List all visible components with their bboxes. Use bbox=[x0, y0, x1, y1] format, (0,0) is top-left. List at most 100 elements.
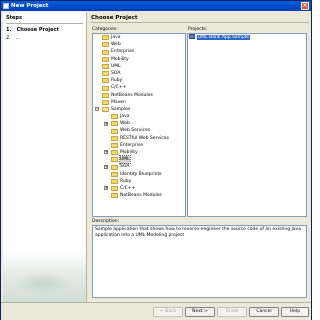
back-button[interactable]: < Back bbox=[153, 307, 183, 317]
category-item[interactable]: NetBeans Modules bbox=[93, 92, 185, 99]
category-label: Maven bbox=[111, 99, 126, 105]
projects-label: Projects: bbox=[188, 27, 208, 32]
category-label: Ruby bbox=[120, 178, 132, 184]
category-item[interactable]: Enterprise bbox=[93, 48, 185, 55]
category-item[interactable]: Ruby bbox=[93, 178, 185, 185]
project-item[interactable]: UML Bank App Sample bbox=[188, 34, 306, 41]
title-bar[interactable]: New Project × bbox=[1, 1, 311, 11]
description-text: Sample application that shows how to rev… bbox=[92, 225, 307, 298]
category-item[interactable]: Mobility bbox=[93, 56, 185, 63]
category-label: Java bbox=[120, 114, 130, 120]
description-label: Description: bbox=[92, 219, 120, 224]
expand-icon[interactable]: + bbox=[104, 186, 108, 191]
expand-icon[interactable]: + bbox=[104, 150, 108, 155]
folder-icon bbox=[111, 150, 118, 156]
step-label: ... bbox=[15, 35, 21, 41]
netbeans-app-icon bbox=[3, 3, 9, 9]
new-project-dialog: New Project × Steps 1. Choose Project 2.… bbox=[0, 0, 312, 320]
button-bar: < Back Next > Finish Cancel Help bbox=[1, 302, 311, 320]
category-label: NetBeans Modules bbox=[111, 92, 153, 98]
steps-divider bbox=[6, 23, 83, 24]
expand-icon[interactable]: + bbox=[104, 164, 108, 169]
window-title: New Project bbox=[11, 3, 49, 9]
folder-icon bbox=[102, 85, 109, 91]
category-label: NetBeans Modules bbox=[120, 193, 162, 199]
category-item[interactable]: C/C++ bbox=[93, 84, 185, 91]
folder-icon bbox=[102, 107, 109, 113]
collapse-icon[interactable]: − bbox=[95, 107, 99, 112]
folder-icon bbox=[102, 56, 109, 62]
category-label: Identity Blueprints bbox=[120, 171, 162, 177]
category-label: Ruby bbox=[111, 78, 123, 84]
category-label: Mobility bbox=[111, 56, 129, 62]
category-item[interactable]: RESTful Web Services bbox=[93, 135, 185, 142]
folder-icon bbox=[102, 71, 109, 77]
category-item[interactable]: Identity Blueprints bbox=[93, 171, 185, 178]
folder-icon bbox=[111, 121, 118, 127]
category-item[interactable]: Web bbox=[93, 41, 185, 48]
folder-icon bbox=[102, 78, 109, 84]
category-item[interactable]: Web Services bbox=[93, 127, 185, 134]
step-number: 1. bbox=[6, 27, 12, 33]
decorative-swoosh bbox=[13, 272, 73, 296]
projects-list[interactable]: UML Bank App Sample bbox=[187, 33, 307, 217]
folder-icon bbox=[102, 63, 109, 69]
folder-icon bbox=[111, 171, 118, 177]
category-item[interactable]: Java bbox=[93, 34, 185, 41]
project-label: UML Bank App Sample bbox=[197, 35, 250, 40]
step-next: 2. ... bbox=[3, 34, 86, 42]
category-label: SOA bbox=[120, 164, 130, 170]
step-label: Choose Project bbox=[16, 27, 59, 33]
category-item[interactable]: Enterprise bbox=[93, 142, 185, 149]
category-label: Web bbox=[120, 121, 130, 127]
category-item[interactable]: + Mobility bbox=[93, 149, 185, 156]
steps-heading: Steps bbox=[6, 15, 22, 21]
step-number: 2. bbox=[6, 35, 11, 41]
main-content: Choose Project Categories: Projects: Jav… bbox=[89, 12, 311, 302]
category-label: RESTful Web Services bbox=[120, 135, 169, 141]
category-label: Mobility bbox=[120, 150, 138, 155]
category-label: Enterprise bbox=[120, 142, 144, 148]
category-item[interactable]: SOA bbox=[93, 70, 185, 77]
folder-icon bbox=[102, 92, 109, 98]
category-item[interactable]: Maven bbox=[93, 99, 185, 106]
folder-icon bbox=[111, 135, 118, 141]
step-choose-project: 1. Choose Project bbox=[3, 26, 86, 34]
categories-label: Categories: bbox=[92, 27, 118, 32]
category-item[interactable]: NetBeans Modules bbox=[93, 192, 185, 199]
category-item[interactable]: Ruby bbox=[93, 77, 185, 84]
folder-icon bbox=[102, 42, 109, 48]
category-label: Web bbox=[111, 42, 121, 48]
folder-icon bbox=[102, 49, 109, 55]
category-label: Java bbox=[111, 35, 121, 40]
category-label: UML bbox=[119, 155, 131, 165]
category-label: C/C++ bbox=[111, 85, 127, 91]
next-button[interactable]: Next > bbox=[185, 307, 215, 317]
category-label: Enterprise bbox=[111, 49, 135, 55]
page-title: Choose Project bbox=[91, 15, 138, 21]
category-item[interactable]: + SOA bbox=[93, 163, 185, 170]
cancel-button[interactable]: Cancel bbox=[249, 307, 279, 317]
category-item[interactable]: UML bbox=[93, 63, 185, 70]
category-item[interactable]: Java bbox=[93, 113, 185, 120]
category-label: C/C++ bbox=[120, 185, 136, 191]
decorative-banner bbox=[3, 252, 86, 302]
folder-icon bbox=[111, 164, 118, 170]
folder-icon bbox=[111, 178, 118, 184]
steps-panel: Steps 1. Choose Project 2. ... bbox=[3, 12, 87, 302]
category-item[interactable]: UML bbox=[93, 155, 185, 165]
expand-icon[interactable]: + bbox=[104, 121, 108, 126]
close-icon[interactable]: × bbox=[301, 2, 309, 10]
title-divider bbox=[91, 22, 309, 23]
project-icon bbox=[189, 34, 195, 39]
folder-icon bbox=[102, 35, 109, 41]
folder-icon bbox=[111, 193, 118, 199]
category-item[interactable]: + Web bbox=[93, 120, 185, 127]
help-button[interactable]: Help bbox=[281, 307, 309, 317]
category-item[interactable]: + C/C++ bbox=[93, 185, 185, 192]
category-item[interactable]: − Samples bbox=[93, 106, 185, 113]
folder-icon bbox=[111, 186, 118, 192]
categories-tree[interactable]: Java Web Enterprise Mobility UML SOA Ruby C/C++… bbox=[92, 33, 186, 217]
finish-button[interactable]: Finish bbox=[217, 307, 247, 317]
category-label: UML bbox=[111, 63, 121, 69]
